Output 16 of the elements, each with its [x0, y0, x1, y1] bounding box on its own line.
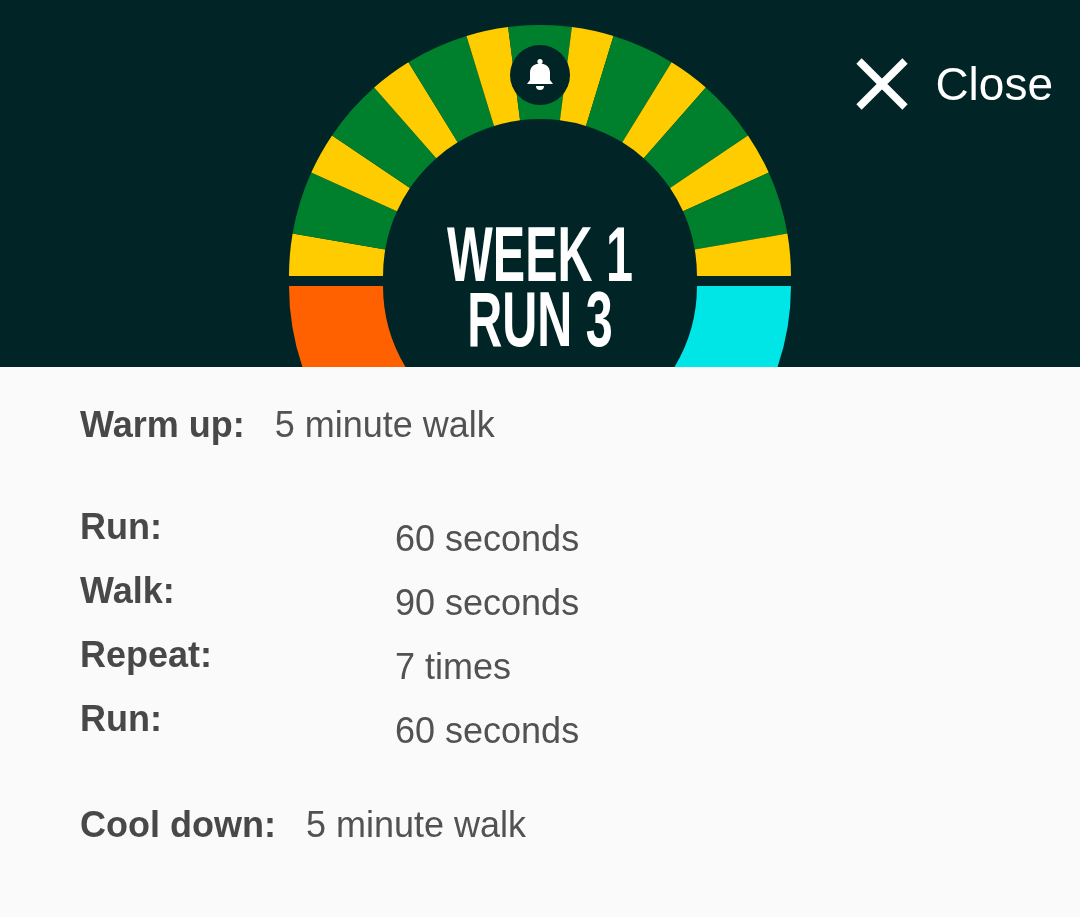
step-value: 7 times	[395, 646, 512, 688]
workout-title: WEEK 1 RUN 3	[446, 222, 634, 352]
close-button[interactable]: Close	[856, 58, 1053, 110]
close-icon	[856, 58, 909, 110]
step-label: Walk:	[80, 570, 175, 612]
step-label: Run:	[80, 506, 162, 548]
step-label: Repeat:	[80, 634, 213, 676]
step-value: 5 minute walk	[274, 404, 495, 446]
step-label: Run:	[80, 698, 162, 740]
bell-icon	[510, 45, 570, 105]
step-value: 60 seconds	[395, 518, 580, 560]
step-label: Cool down:	[80, 804, 276, 846]
step-label: Warm up:	[80, 404, 245, 446]
step-value: 5 minute walk	[305, 804, 527, 846]
step-value: 60 seconds	[395, 710, 580, 752]
step-value: 90 seconds	[395, 582, 580, 624]
